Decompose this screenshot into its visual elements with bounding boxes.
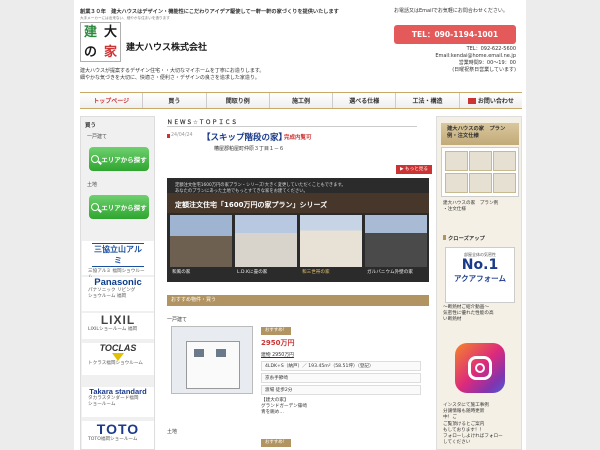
nav-method[interactable]: 工法・構造 [396, 93, 460, 108]
nav-contact[interactable]: お問い合わせ [460, 93, 522, 108]
property-image[interactable] [171, 326, 253, 394]
brand-panasonic[interactable]: Panasonic パナソニック リビング ショウルーム 福岡 [82, 277, 154, 311]
listing-category-house: 一戸建て [167, 317, 188, 323]
bullet-icon [443, 235, 446, 240]
envelope-icon [467, 97, 476, 104]
property-description: 【建大の家】 グランドガーデン篠崎 青を眺め… [261, 398, 307, 415]
aquafoam-banner[interactable]: 部屋全体の気密性 No.1 アクアフォーム [445, 247, 515, 303]
house-image-1 [170, 215, 232, 267]
plan-section-header[interactable]: 建大ハウスの家 プラン 例・注文仕様 [441, 123, 519, 145]
aquafoam-caption: ～断熱材ご紹介動画～ 気密性に優れた性能の高 い断熱材 [443, 305, 494, 323]
news-badge: 完成内覧可 [284, 135, 312, 141]
search-icon [91, 155, 100, 163]
property-price[interactable]: 2950万円 [261, 338, 294, 348]
plan-caption[interactable]: 建大ハウスの家 プラン例 ・注文仕様 [443, 201, 517, 213]
property-badge-2: おすすめ！ [261, 439, 291, 447]
nav-buy[interactable]: 買う [143, 93, 207, 108]
house-caption-2: L.D.Kに畳の家 [237, 270, 268, 275]
property-address-row: 京糸手節崎 [261, 373, 421, 383]
left-sidebar: 買う 一戸建て エリアから探す 土地 エリアから探す 三協立山アルミ 三協アルミ… [80, 116, 155, 450]
news-title[interactable]: 【スキップ階段の家】 [202, 131, 287, 143]
plan-banner[interactable]: 定額注文住宅1600万円の家プラン・シリーズ!大きく変更していただくこともできま… [167, 178, 429, 282]
contact-info: TEL：092-622-5600 Email:kendai@home.email… [435, 46, 516, 73]
area-search-button-house[interactable]: エリアから探す [89, 147, 149, 171]
listing-category-land: 土地 [167, 429, 178, 435]
listing-section-title: おすすめ物件・買う [167, 295, 429, 306]
contact-note: お電話又はEmailでお気軽にお問合わせください。 [394, 8, 508, 14]
news-divider [167, 126, 417, 127]
news-more-button[interactable]: ▶ もっと見る [396, 165, 432, 174]
company-name: 建大ハウス株式会社 [126, 43, 208, 53]
banner-subtext: 定額注文住宅1600万円の家プラン・シリーズ!大きく変更していただくこともできま… [175, 183, 346, 195]
nav-options[interactable]: 選べる仕様 [333, 93, 397, 108]
house-image-3 [300, 215, 362, 267]
brand-sankyo[interactable]: 三協立山アルミ 三協アルミ 福岡ショウルーム [82, 241, 154, 280]
house-image-2 [235, 215, 297, 267]
property-access-row: 渡場 徒歩2分 [261, 385, 421, 395]
nav-construction[interactable]: 施工例 [270, 93, 334, 108]
instagram-caption: インスタにて施工事例 分譲情報も随時更新 中！ご ご覧頂けるとご案内 もしており… [443, 403, 503, 446]
logo-small-text: 大手メーカーには出来ない、細やかな住まいを造ります [80, 16, 170, 20]
house-caption-1: 和風の家 [172, 270, 191, 275]
sidebar-sub-land: 土地 [87, 182, 98, 188]
house-caption-4: ガルバニウム外壁の家 [367, 270, 413, 275]
news-location: 糟屋郡粕屋町仲原３丁目１－６ [214, 146, 285, 152]
banner-title: 定額注文住宅「1600万円の家プラン」シリーズ [175, 201, 328, 209]
property-land-price[interactable]: 建物 2950万円 [261, 351, 294, 358]
closeup-heading: クローズアップ [443, 234, 485, 242]
property-spec-row: 4LDK+S（納戸）／ 193.45m²（58.51坪）（登記） [261, 361, 421, 371]
area-search-button-land[interactable]: エリアから探す [89, 195, 149, 219]
page: 創業３０年 建大ハウスはデザイン・機能性にこだわりアイデア駆使して一軒一軒の家づ… [74, 0, 526, 450]
tel-button[interactable]: TEL：090-1194-1001 [394, 25, 516, 44]
nav-top[interactable]: トップページ [80, 93, 144, 108]
news-date: 24/04/24 [171, 133, 193, 138]
property-badge: おすすめ！ [261, 327, 291, 335]
sidebar-sub-house: 一戸建て [87, 134, 108, 140]
brand-takara[interactable]: Takara standard タカラスタンダード福岡 ショールーム [82, 387, 154, 417]
instagram-icon[interactable] [455, 343, 505, 393]
search-icon [91, 203, 100, 211]
brand-toclas[interactable]: TOCLAS トクラス福岡ショウルーム [82, 343, 154, 375]
brand-lixil[interactable]: LIXIL LIXILショールーム 福岡 [82, 313, 154, 339]
house-caption-3: 和三世帯の家 [302, 270, 330, 275]
sidebar-heading-buy: 買う [85, 123, 97, 129]
right-sidebar: 建大ハウスの家 プラン 例・注文仕様 建大ハウスの家 プラン例 ・注文仕様 クロ… [436, 116, 522, 450]
plan-thumbnails[interactable] [441, 147, 519, 197]
header-description: 建大ハウスが提案するデザイン住宅・・大切なマイホームを丁寧にお造りします。 細や… [80, 68, 265, 81]
news-bullet-icon [167, 134, 170, 138]
news-heading: ＮＥＷＳ☆ＴＯＰＩＣＳ [167, 120, 238, 126]
main-nav: トップページ 買う 間取り例 施工例 選べる仕様 工法・構造 お問い合わせ [80, 92, 522, 109]
nav-floorplan[interactable]: 間取り例 [207, 93, 270, 108]
toclas-mark-icon [112, 353, 124, 361]
company-logo[interactable]: 建 大 の 家 [80, 22, 121, 62]
house-image-4 [365, 215, 427, 267]
tagline: 創業３０年 建大ハウスはデザイン・機能性にこだわりアイデア駆使して一軒一軒の家づ… [80, 9, 339, 15]
brand-toto[interactable]: TOTO TOTO福岡ショールーム [82, 421, 154, 449]
